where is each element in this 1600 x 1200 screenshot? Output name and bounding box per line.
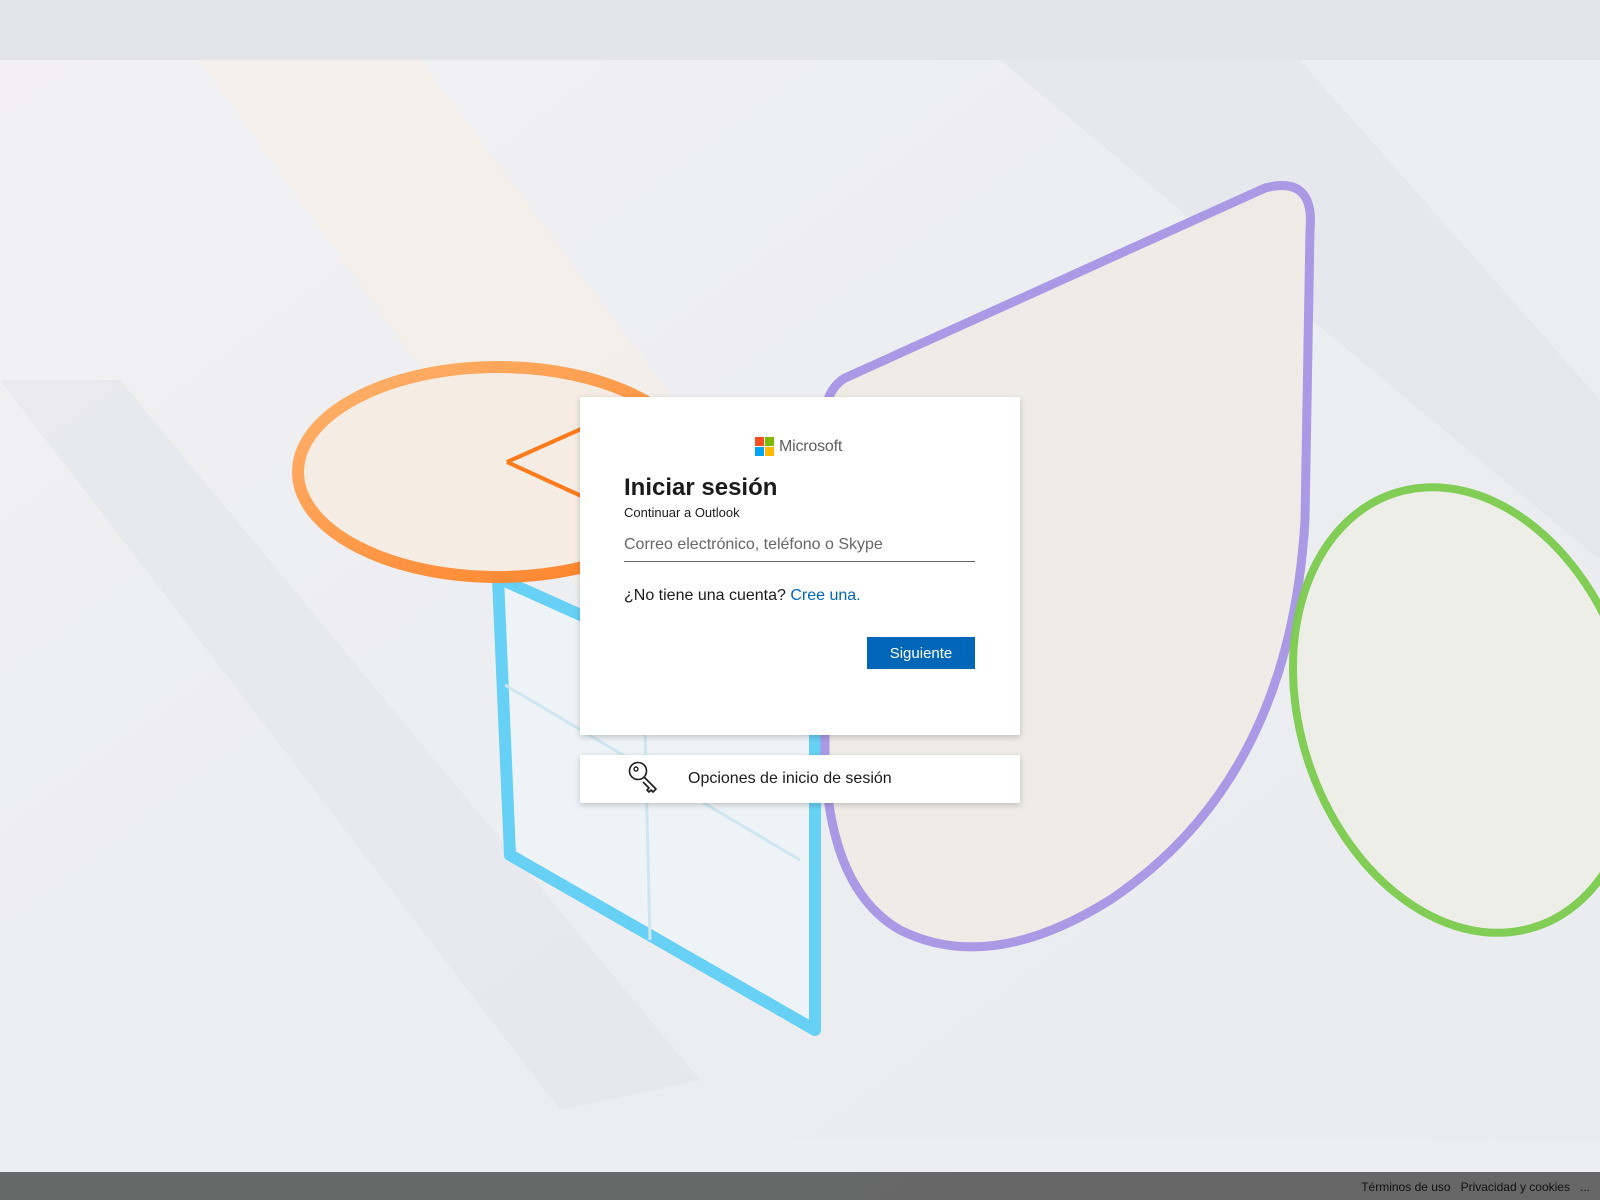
key-icon — [626, 759, 662, 800]
more-options-link[interactable]: ... — [1580, 1180, 1590, 1194]
microsoft-logo-icon — [755, 437, 774, 456]
logo-square-red — [755, 437, 764, 446]
signin-options-label: Opciones de inicio de sesión — [688, 770, 892, 787]
no-account-row: ¿No tiene una cuenta? Cree una. — [624, 587, 861, 605]
logo-wordmark: Microsoft — [779, 437, 843, 455]
privacy-link[interactable]: Privacidad y cookies — [1461, 1180, 1570, 1194]
signin-card: Microsoft Iniciar sesión Continuar a Out… — [580, 397, 1020, 735]
email-input[interactable] — [624, 529, 975, 562]
no-account-text: ¿No tiene una cuenta? — [624, 587, 786, 604]
microsoft-logo: Microsoft — [755, 437, 842, 456]
create-account-link[interactable]: Cree una. — [790, 587, 860, 604]
footer-bar: Términos de uso Privacidad y cookies ... — [0, 1172, 1600, 1200]
logo-square-yellow — [765, 447, 774, 456]
terms-link[interactable]: Términos de uso — [1361, 1180, 1450, 1194]
logo-square-green — [765, 437, 774, 446]
page-subtitle: Continuar a Outlook — [624, 505, 740, 520]
logo-square-blue — [755, 447, 764, 456]
next-button[interactable]: Siguiente — [867, 637, 975, 669]
footer-links: Términos de uso Privacidad y cookies ... — [1361, 1180, 1590, 1194]
signin-options-button[interactable]: Opciones de inicio de sesión — [580, 755, 1020, 803]
page-title: Iniciar sesión — [624, 474, 778, 501]
